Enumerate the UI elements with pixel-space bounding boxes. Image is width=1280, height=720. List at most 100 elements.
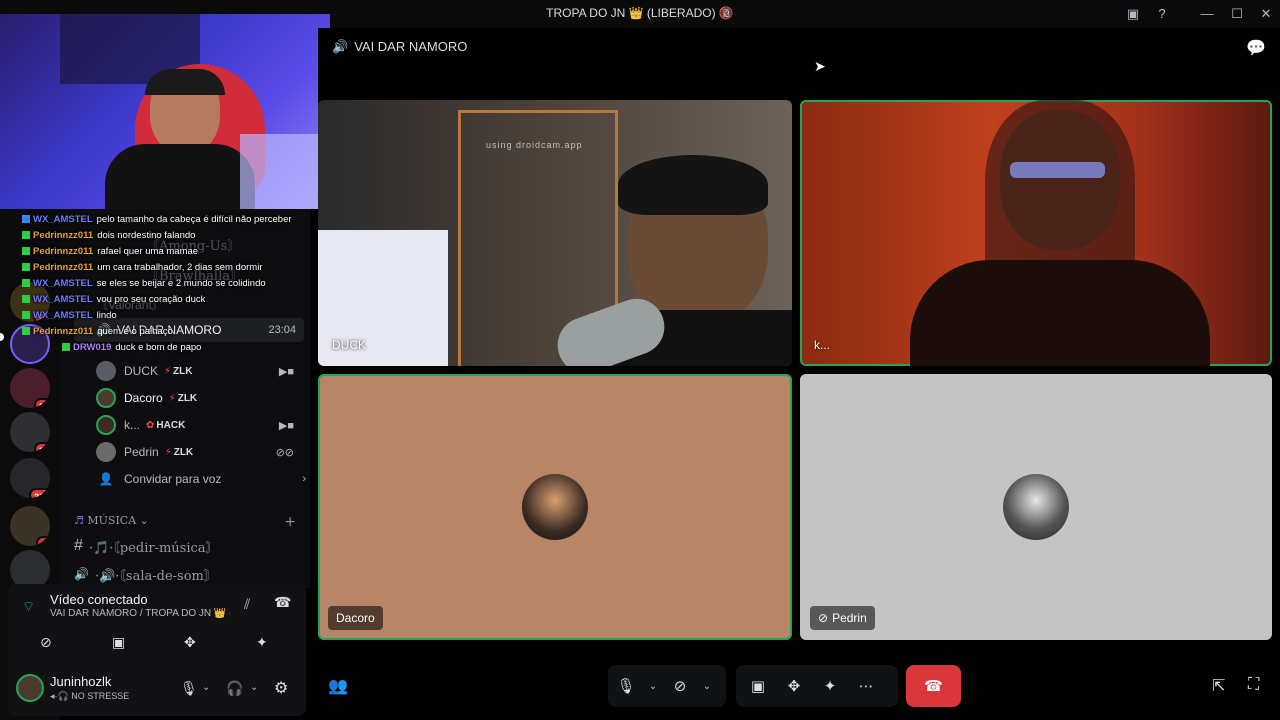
tile-name-text: Pedrin (832, 611, 867, 625)
avatar[interactable] (16, 674, 44, 702)
voice-connection-panel: ⌔ Vídeo conectado VAI DAR NAMORO / TROPA… (8, 584, 306, 660)
maximize-icon[interactable]: ☐ (1227, 4, 1247, 24)
call-header: 🔊 VAI DAR NAMORO (332, 39, 467, 55)
audio-video-controls: 🎙 ⌄ ⊘ ⌄ (608, 665, 726, 707)
chevron-down-icon[interactable]: ⌄ (644, 681, 662, 692)
voice-user-dacoro[interactable]: Dacoro ⚡ ZLK (96, 387, 306, 409)
video-icon: ▶■ (278, 419, 294, 432)
phone-hangup-icon: ☎ (924, 678, 943, 695)
signal-icon: ⌔ (22, 598, 36, 614)
more-options-button[interactable]: ⋯ (848, 668, 884, 704)
server-icon[interactable]: 38 (10, 368, 50, 408)
avatar (96, 415, 116, 435)
chat-text: rafael quer uma mamae (97, 246, 199, 257)
inbox-icon[interactable]: ▣ (1123, 4, 1143, 24)
avatar (96, 361, 116, 381)
disconnect-icon[interactable]: ☎ (274, 594, 291, 611)
tile-name-label: Dacoro (328, 606, 383, 630)
streamer-webcam (0, 14, 330, 209)
shirt (910, 260, 1210, 366)
tile-name-label: ⊘ Pedrin (810, 606, 875, 630)
voice-user-duck[interactable]: DUCK ⚡ ZLK ▶■ (96, 360, 306, 382)
add-person-icon[interactable]: 👥 (328, 676, 348, 696)
chat-message: Pedrinnzz011 dois nordestino falando (22, 228, 332, 244)
chat-message: Pedrinnzz011 rafael quer uma mamae (22, 244, 332, 260)
microphone-icon[interactable]: 🎙 (180, 680, 198, 697)
chat-message: Pedrinnzz011 um cara trabalhador, 2 dias … (22, 260, 332, 276)
video-icon: ▶■ (278, 365, 294, 378)
voice-location[interactable]: VAI DAR NAMORO / TROPA DO JN 👑 (... (50, 608, 230, 619)
voice-user-k[interactable]: k... ✿ HACK ▶■ (96, 414, 306, 436)
chat-bubble-icon[interactable]: 💬 (1246, 38, 1266, 58)
speaker-icon: 🔊 (332, 39, 349, 54)
chevron-down-icon[interactable]: ⌄ (250, 682, 258, 693)
activities-button[interactable]: ✥ (776, 668, 812, 704)
activities-icon[interactable]: ✥ (184, 634, 196, 651)
user-tag-text: ZLK (177, 392, 198, 404)
headphones-icon[interactable]: 🎧 (226, 680, 243, 697)
soundboard-icon[interactable]: ✦ (256, 634, 268, 651)
unread-pill (0, 333, 4, 341)
chat-user: DRW019 (73, 342, 112, 353)
chat-user: Pedrinnzz011 (33, 246, 94, 257)
help-icon[interactable]: ? (1152, 4, 1172, 24)
user-tag-text: HACK (156, 419, 186, 431)
video-tile-dacoro[interactable]: Dacoro (318, 374, 792, 640)
fullscreen-icon[interactable]: ⛶ (1248, 676, 1259, 694)
chat-message: WX_AMSTEL pelo tamanho da cabeça é difíci… (22, 212, 332, 228)
voice-user-pedrin[interactable]: Pedrin ⚡ ZLK ⊘⊘ (96, 441, 306, 463)
chat-message: WX_AMSTEL se eles se beijar e 2 mundo se … (22, 276, 332, 292)
server-folder-icon[interactable]: 37 (10, 412, 50, 452)
channel-pedir-musica[interactable]: # ·🎵·〘pedir-música〙 (74, 534, 219, 558)
avatar (1003, 474, 1069, 540)
server-folder-icon[interactable]: 212 (10, 458, 50, 498)
close-icon[interactable]: ✕ (1256, 4, 1276, 24)
chat-text: vou pro seu coração duck (96, 294, 206, 305)
stream-chat-overlay: WX_AMSTEL pelo tamanho da cabeça é difíci… (22, 212, 332, 356)
watermark: using droidcam.app (486, 140, 583, 150)
chat-user: WX_AMSTEL (33, 278, 93, 289)
chevron-down-icon[interactable]: ⌄ (202, 682, 210, 693)
chevron-down-icon[interactable]: ⌄ (698, 681, 716, 692)
gear-icon[interactable]: ⚙ (274, 678, 288, 698)
chat-user: WX_AMSTEL (33, 214, 93, 225)
category-musica[interactable]: ♬ MÚSICA ⌄ + (74, 514, 296, 530)
deafen-icon: ⊘ (818, 611, 829, 625)
soundboard-button[interactable]: ✦ (812, 668, 848, 704)
camera-off-icon[interactable]: ⊘ (40, 634, 52, 651)
voice-status: Vídeo conectado (50, 592, 148, 607)
chat-text: um cara trabalhador, 2 dias sem dormir (97, 262, 263, 273)
video-tile-k[interactable]: k... (800, 100, 1272, 366)
video-tile-pedrin[interactable]: ⊘ Pedrin (800, 374, 1272, 640)
mention-badge: 38 (33, 398, 50, 408)
hair (618, 155, 768, 215)
user-tag: ⚡ ZLK (164, 365, 193, 377)
user-panel: Juninhozlk ◂·🎧 NO STRESSE 🎙 ⌄ 🎧 ⌄ ⚙ (8, 660, 306, 716)
chat-text: dois nordestino falando (97, 230, 196, 241)
server-icon[interactable]: 1 (10, 506, 50, 546)
custom-status-text: NO STRESSE (71, 691, 130, 701)
video-tile-duck[interactable]: using droidcam.app DUCK (318, 100, 792, 366)
channel-sala-de-som[interactable]: 🔊 ·🔊·〘sala-de-som〙 (74, 562, 217, 586)
user-tag: ⚡ ZLK (168, 392, 198, 404)
microphone-button[interactable]: 🎙 (608, 668, 644, 704)
avatar (96, 442, 116, 462)
user-tag-text: ZLK (173, 365, 193, 377)
screen-share-button[interactable]: ▣ (740, 668, 776, 704)
invite-label: Convidar para voz (124, 472, 222, 486)
popout-icon[interactable]: ⇱ (1212, 676, 1225, 696)
chat-text: lindo (96, 310, 117, 321)
add-channel-icon[interactable]: + (284, 514, 296, 530)
chat-text: se eles se beijar e 2 mundo se colidindo (96, 278, 266, 289)
chat-message: Pedrinnzz011 quem é o palhaço (22, 324, 332, 340)
camera-off-button[interactable]: ⊘ (662, 668, 698, 704)
user-tag: ✿ HACK (146, 419, 186, 431)
voice-user-name: k... (124, 418, 141, 432)
invite-to-voice-button[interactable]: 👤 Convidar para voz › (96, 468, 306, 490)
minimize-icon[interactable]: — (1197, 4, 1217, 24)
username[interactable]: Juninhozlk (50, 674, 111, 689)
tile-name-label: DUCK (332, 338, 367, 352)
noise-suppression-icon[interactable]: ⫽ (244, 596, 250, 613)
leave-call-button[interactable]: ☎ (906, 665, 961, 707)
screen-share-icon[interactable]: ▣ (112, 634, 125, 651)
